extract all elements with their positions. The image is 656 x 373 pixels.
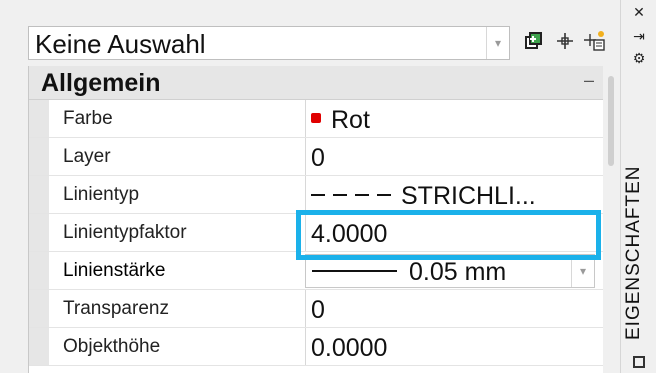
property-row-objekthoehe[interactable]: Objekthöhe 0.0000 <box>29 328 604 366</box>
property-row-linienstaerke[interactable]: Linienstärke 0.05 mm ▾ <box>29 252 604 290</box>
property-row-linientyp[interactable]: Linientyp STRICHLI... <box>29 176 604 214</box>
collapse-icon[interactable]: – <box>584 70 594 91</box>
property-label: Farbe <box>63 108 113 129</box>
property-label: Layer <box>63 146 111 167</box>
color-swatch-icon <box>311 113 321 124</box>
property-value-thickness[interactable]: 0.0000 <box>311 328 387 366</box>
scrollbar-thumb[interactable] <box>608 76 614 166</box>
autohide-icon[interactable]: ⇥ <box>631 28 647 44</box>
pickadd-icon[interactable] <box>554 30 576 52</box>
property-value-linetype[interactable]: STRICHLI... <box>311 176 536 214</box>
solid-line-icon <box>312 270 397 273</box>
selection-dropdown[interactable]: Keine Auswahl ▾ <box>28 26 510 60</box>
quick-select-icon[interactable] <box>584 30 606 52</box>
property-grid: Allgemein – Farbe Rot Layer 0 Linientyp <box>28 66 604 373</box>
chevron-down-icon[interactable]: ▾ <box>571 255 594 287</box>
selection-value: Keine Auswahl <box>35 29 206 59</box>
property-label: Objekthöhe <box>63 336 161 357</box>
property-label: Linienstärke <box>63 260 166 281</box>
scrollbar[interactable] <box>603 66 620 373</box>
select-objects-icon[interactable] <box>522 30 544 52</box>
lineweight-dropdown[interactable]: 0.05 mm ▾ <box>305 254 595 288</box>
palette-title-bar: ✕ ⇥ ⚙ EIGENSCHAFTEN <box>620 0 656 373</box>
property-value-color[interactable]: Rot <box>311 100 370 138</box>
settings-icon[interactable]: ⚙ <box>631 50 647 66</box>
property-row-layer[interactable]: Layer 0 <box>29 138 604 176</box>
category-header-allgemein[interactable]: Allgemein – <box>29 66 604 100</box>
window-icon[interactable] <box>633 356 645 368</box>
selection-toolbar: Keine Auswahl ▾ <box>20 22 614 66</box>
property-label: Transparenz <box>63 298 169 319</box>
property-value-transparency[interactable]: 0 <box>311 290 325 328</box>
palette-title: EIGENSCHAFTEN <box>623 165 644 340</box>
properties-palette: Keine Auswahl ▾ Allgemein – Farbe Rot La… <box>0 0 620 373</box>
property-row-farbe[interactable]: Farbe Rot <box>29 100 604 138</box>
category-label: Allgemein <box>41 69 161 97</box>
close-icon[interactable]: ✕ <box>631 4 647 20</box>
property-label: Linientyp <box>63 184 140 205</box>
dashed-line-icon <box>311 194 391 197</box>
property-row-transparenz[interactable]: Transparenz 0 <box>29 290 604 328</box>
chevron-down-icon[interactable]: ▾ <box>486 27 509 59</box>
property-row-linientypfaktor[interactable]: Linientypfaktor 4.0000 <box>29 214 604 252</box>
property-value-linetype-scale[interactable]: 4.0000 <box>311 214 387 252</box>
property-label: Linientypfaktor <box>63 222 187 243</box>
property-value-layer[interactable]: 0 <box>311 138 325 176</box>
